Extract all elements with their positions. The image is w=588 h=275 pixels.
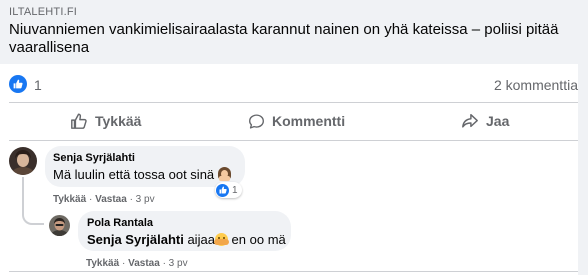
speech-bubble-icon <box>249 113 264 129</box>
reply-time[interactable]: 3 pv <box>169 258 188 269</box>
comment-author-link[interactable]: Senja Syrjälahti <box>53 152 135 164</box>
reply-bubble: Pola Rantala Senja Syrjälahti aijaa en o… <box>78 211 291 251</box>
share-button[interactable]: Jaa <box>461 107 509 135</box>
comment-reaction-badge[interactable]: 1 <box>215 182 242 198</box>
link-headline[interactable]: Niuvanniemen vankimielisairaalasta karan… <box>9 21 569 57</box>
avatar[interactable] <box>49 215 70 236</box>
comment-text-body: Mä luulin että tossa oot sinä <box>53 167 215 182</box>
comment-like-link[interactable]: Tykkää <box>53 194 86 205</box>
comment-meta: Tykkää · Vastaa · 3 pv <box>53 194 155 205</box>
comment-reply-link[interactable]: Vastaa <box>95 194 127 205</box>
reply-text: Senja Syrjälahti aijaa en oo mä <box>87 232 286 247</box>
woman-facepalming-emoji <box>217 167 231 181</box>
comment-bubble: Senja Syrjälahti Mä luulin että tossa oo… <box>45 146 245 187</box>
stats-divider <box>9 102 578 103</box>
reaction-count[interactable]: 1 <box>34 77 42 93</box>
actions-divider <box>9 140 578 141</box>
bottom-divider <box>9 271 578 272</box>
share-button-label: Jaa <box>486 113 510 129</box>
comment-count-link[interactable]: 2 kommenttia <box>494 77 578 93</box>
post-stats: 1 2 kommenttia <box>9 74 578 96</box>
share-arrow-icon <box>462 113 478 128</box>
comment-time[interactable]: 3 pv <box>136 194 155 205</box>
page-edge <box>578 0 588 275</box>
like-button-label: Tykkää <box>95 113 142 129</box>
reply-like-link[interactable]: Tykkää <box>86 258 119 269</box>
hands-over-mouth-emoji <box>213 233 229 246</box>
comment-button[interactable]: Kommentti <box>248 107 345 135</box>
reply-author-link[interactable]: Pola Rantala <box>87 217 153 229</box>
reply-reply-link[interactable]: Vastaa <box>128 258 160 269</box>
like-reaction-icon <box>216 183 229 197</box>
comment-text: Mä luulin että tossa oot sinä <box>53 167 231 182</box>
link-domain: ILTALEHTI.FI <box>9 6 78 18</box>
comment-reaction-count: 1 <box>232 184 238 196</box>
like-reaction-icon[interactable] <box>9 75 27 93</box>
reply-thread-line <box>22 177 44 225</box>
mention-link[interactable]: Senja Syrjälahti <box>87 232 184 247</box>
avatar[interactable] <box>9 147 37 175</box>
reply-text-start: aijaa <box>187 232 215 247</box>
link-preview-card[interactable]: ILTALEHTI.FI Niuvanniemen vankimielisair… <box>0 0 578 64</box>
like-button[interactable]: Tykkää <box>70 107 141 135</box>
comment-button-label: Kommentti <box>272 113 346 129</box>
reply-text-end: en oo mä <box>231 232 286 247</box>
thumbs-up-icon <box>71 113 87 129</box>
reply-meta: Tykkää · Vastaa · 3 pv <box>86 258 188 269</box>
